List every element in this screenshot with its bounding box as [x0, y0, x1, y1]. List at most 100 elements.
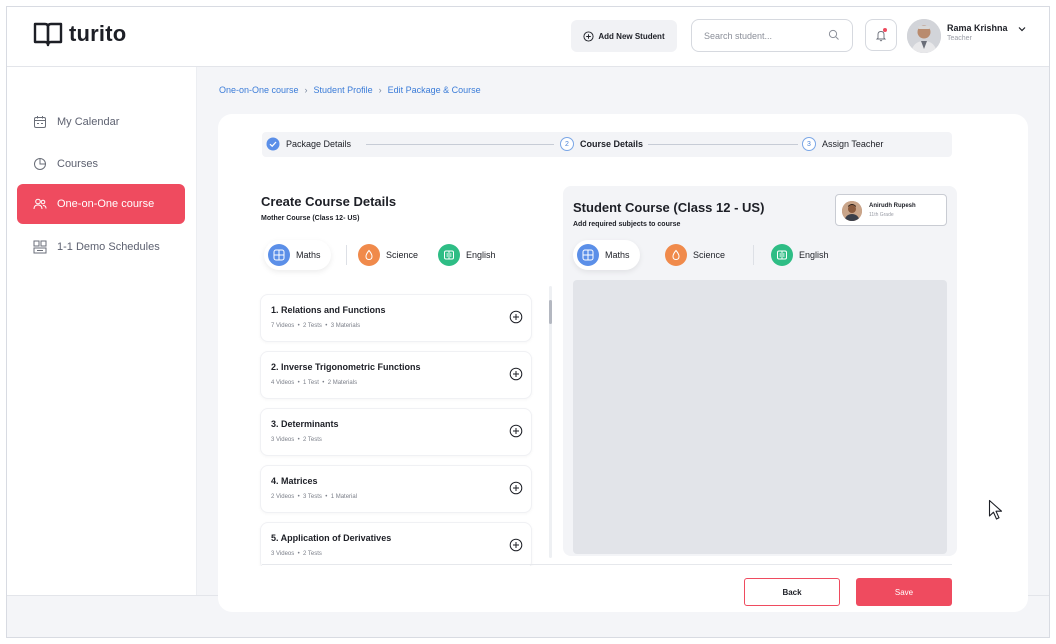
right-subject-tab-maths[interactable]: Maths: [573, 240, 640, 270]
student-course-panel: Student Course (Class 12 - US) Add requi…: [563, 186, 957, 556]
notifications-button[interactable]: [865, 19, 897, 51]
topic-list-scrollbar[interactable]: [549, 286, 552, 558]
topic-title: 1. Relations and Functions: [271, 305, 386, 315]
sidebar-item-demo-schedules[interactable]: 1-1 Demo Schedules: [17, 227, 185, 267]
add-topic-icon[interactable]: [509, 367, 523, 381]
student-card[interactable]: Anirudh Rupesh 11th Grade: [835, 194, 947, 226]
step-assign-teacher[interactable]: 3 Assign Teacher: [802, 137, 883, 151]
left-subject-tab-maths[interactable]: Maths: [264, 240, 331, 270]
back-button[interactable]: Back: [744, 578, 840, 606]
english-icon: [771, 244, 793, 266]
search-icon[interactable]: [828, 29, 840, 41]
breadcrumb: One-on-One course › Student Profile › Ed…: [219, 85, 481, 95]
sidebar-item-label: One-on-One course: [57, 198, 155, 210]
list-item[interactable]: 4. Matrices 2 Videos • 3 Tests • 1 Mater…: [260, 465, 532, 513]
sidebar-item-label: Courses: [57, 158, 98, 170]
add-topic-icon[interactable]: [509, 481, 523, 495]
sidebar-item-label: My Calendar: [57, 116, 120, 128]
app-window: turito Add New Student Search student...…: [6, 6, 1050, 638]
left-subject-tab-science[interactable]: Science: [354, 240, 428, 270]
top-header: turito Add New Student Search student...…: [7, 7, 1049, 67]
sidebar-item-label: 1-1 Demo Schedules: [57, 241, 160, 253]
topic-title: 3. Determinants: [271, 419, 339, 429]
scrollbar-thumb[interactable]: [549, 300, 552, 324]
chevron-down-icon[interactable]: [1017, 25, 1027, 33]
topic-meta: 7 Videos • 2 Tests • 3 Materials: [271, 323, 361, 329]
divider: [262, 564, 952, 565]
subject-label: Science: [693, 250, 726, 260]
right-subject-tab-science[interactable]: Science: [661, 240, 735, 270]
add-new-student-label: Add New Student: [598, 31, 665, 41]
step-number: 2: [560, 137, 574, 151]
search-input[interactable]: [704, 28, 814, 44]
plus-circle-icon: [583, 30, 594, 42]
check-circle-icon: [266, 137, 280, 151]
student-name: Anirudh Rupesh: [869, 203, 916, 209]
breadcrumb-separator-icon: ›: [304, 85, 308, 95]
student-avatar: [842, 201, 862, 221]
step-course-details[interactable]: 2 Course Details: [560, 137, 643, 151]
add-topic-icon[interactable]: [509, 310, 523, 324]
maths-icon: [268, 244, 290, 266]
breadcrumb-current[interactable]: Edit Package & Course: [388, 85, 481, 95]
sidebar-item-one-on-one-course[interactable]: One-on-One course: [17, 184, 185, 224]
topic-title: 2. Inverse Trigonometric Functions: [271, 362, 421, 372]
list-item[interactable]: 2. Inverse Trigonometric Functions 4 Vid…: [260, 351, 532, 399]
book-logo-icon: [33, 22, 63, 47]
student-grade: 11th Grade: [869, 212, 894, 218]
user-role: Teacher: [947, 35, 972, 42]
save-button[interactable]: Save: [856, 578, 952, 606]
step-label: Course Details: [580, 139, 644, 149]
topic-meta: 3 Videos • 2 Tests: [271, 437, 322, 443]
step-connector: [648, 144, 798, 145]
selected-subjects-dropzone[interactable]: [573, 280, 947, 554]
breadcrumb-separator-icon: ›: [378, 85, 382, 95]
subject-label: English: [466, 250, 496, 260]
sidebar: My Calendar Courses One-on-One course 1-…: [7, 67, 197, 595]
breadcrumb-link-student-profile[interactable]: Student Profile: [314, 85, 373, 95]
users-icon: [33, 198, 47, 210]
list-item[interactable]: 3. Determinants 3 Videos • 2 Tests: [260, 408, 532, 456]
student-course-subtitle: Add required subjects to course: [573, 221, 681, 228]
stepper: Package Details 2 Course Details 3 Assig…: [262, 132, 952, 157]
breadcrumb-link-one-on-one[interactable]: One-on-One course: [219, 85, 299, 95]
user-name[interactable]: Rama Krishna: [947, 23, 1008, 33]
pie-chart-icon: [34, 158, 46, 170]
step-number: 3: [802, 137, 816, 151]
divider: [753, 245, 754, 265]
add-topic-icon[interactable]: [509, 538, 523, 552]
science-icon: [665, 244, 687, 266]
add-new-student-button[interactable]: Add New Student: [571, 20, 677, 52]
search-box[interactable]: [691, 19, 853, 52]
subject-label: Maths: [296, 250, 321, 260]
step-label: Package Details: [286, 139, 352, 149]
topic-title: 5. Application of Derivatives: [271, 533, 392, 543]
science-icon: [358, 244, 380, 266]
divider: [346, 245, 347, 265]
subject-label: Science: [386, 250, 419, 260]
user-avatar[interactable]: [907, 19, 941, 53]
create-course-title: Create Course Details: [261, 194, 397, 209]
student-photo-icon: [842, 201, 862, 221]
topic-title: 4. Matrices: [271, 476, 318, 486]
topic-list[interactable]: 1. Relations and Functions 7 Videos • 2 …: [258, 286, 548, 566]
step-package-details[interactable]: Package Details: [266, 137, 351, 151]
left-subject-tab-english[interactable]: English: [434, 240, 506, 270]
sidebar-item-my-calendar[interactable]: My Calendar: [17, 102, 185, 142]
main-card: Package Details 2 Course Details 3 Assig…: [218, 114, 1028, 612]
student-course-title: Student Course (Class 12 - US): [573, 200, 765, 215]
calendar-icon: [34, 116, 46, 128]
mouse-pointer-icon: [988, 499, 1003, 520]
english-icon: [438, 244, 460, 266]
list-item[interactable]: 1. Relations and Functions 7 Videos • 2 …: [260, 294, 532, 342]
logo[interactable]: turito: [33, 21, 126, 47]
mother-course-subtitle: Mother Course (Class 12- US): [261, 215, 360, 222]
list-item[interactable]: 5. Application of Derivatives 3 Videos •…: [260, 522, 532, 566]
step-label: Assign Teacher: [822, 139, 884, 149]
sidebar-item-courses[interactable]: Courses: [17, 144, 185, 184]
subject-label: English: [799, 250, 829, 260]
step-connector: [366, 144, 554, 145]
subject-label: Maths: [605, 250, 630, 260]
add-topic-icon[interactable]: [509, 424, 523, 438]
right-subject-tab-english[interactable]: English: [767, 240, 839, 270]
